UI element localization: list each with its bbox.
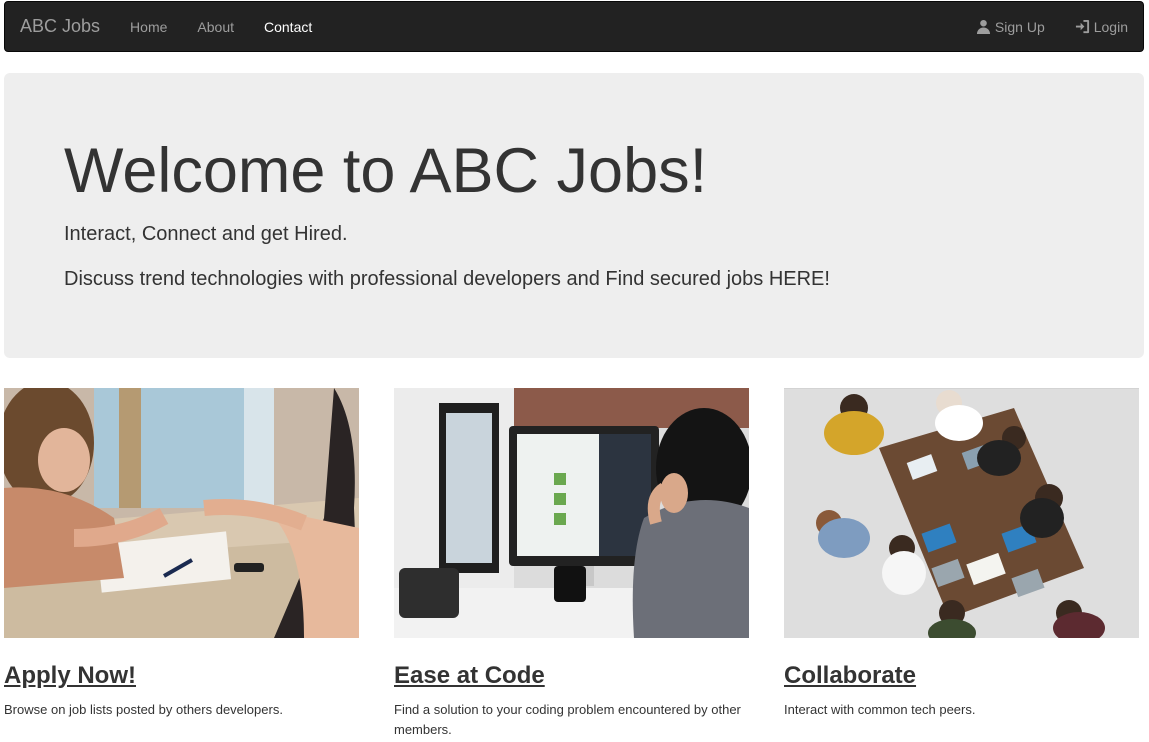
- feature-apply: Apply Now! Browse on job lists posted by…: [4, 388, 359, 720]
- top-navbar: ABC Jobs Home About Contact Sign Up Logi…: [4, 1, 1144, 52]
- nav-contact-link[interactable]: Contact: [249, 19, 327, 35]
- brand-link[interactable]: ABC Jobs: [5, 16, 115, 37]
- page-title: Welcome to ABC Jobs!: [64, 136, 708, 206]
- jumbotron-description: Discuss trend technologies with professi…: [64, 268, 830, 291]
- collaborate-description: Interact with common tech peers.: [784, 702, 976, 717]
- login-link[interactable]: Login: [1060, 19, 1143, 35]
- meeting-photo: [784, 388, 1139, 638]
- login-label: Login: [1093, 18, 1128, 35]
- jumbotron-subtitle: Interact, Connect and get Hired.: [64, 223, 348, 246]
- nav-home-link[interactable]: Home: [115, 19, 182, 35]
- feature-collaborate: Collaborate Interact with common tech pe…: [784, 388, 1139, 720]
- apply-now-description: Browse on job lists posted by others dev…: [4, 702, 283, 717]
- signup-link[interactable]: Sign Up: [961, 19, 1060, 35]
- nav-about-link[interactable]: About: [182, 19, 249, 35]
- login-icon: [1075, 19, 1090, 34]
- coding-photo: [394, 388, 749, 638]
- apply-now-link[interactable]: Apply Now!: [4, 662, 136, 690]
- user-icon: [976, 19, 991, 34]
- signup-label: Sign Up: [994, 18, 1045, 35]
- interview-photo: [4, 388, 359, 638]
- ease-at-code-link[interactable]: Ease at Code: [394, 662, 545, 690]
- welcome-jumbotron: Welcome to ABC Jobs! Interact, Connect a…: [4, 73, 1144, 358]
- collaborate-link[interactable]: Collaborate: [784, 662, 916, 690]
- nav-right-group: Sign Up Login: [961, 2, 1143, 51]
- ease-at-code-description: Find a solution to your coding problem e…: [394, 702, 741, 737]
- nav-left-group: ABC Jobs Home About Contact: [5, 2, 327, 51]
- feature-code: Ease at Code Find a solution to your cod…: [394, 388, 749, 740]
